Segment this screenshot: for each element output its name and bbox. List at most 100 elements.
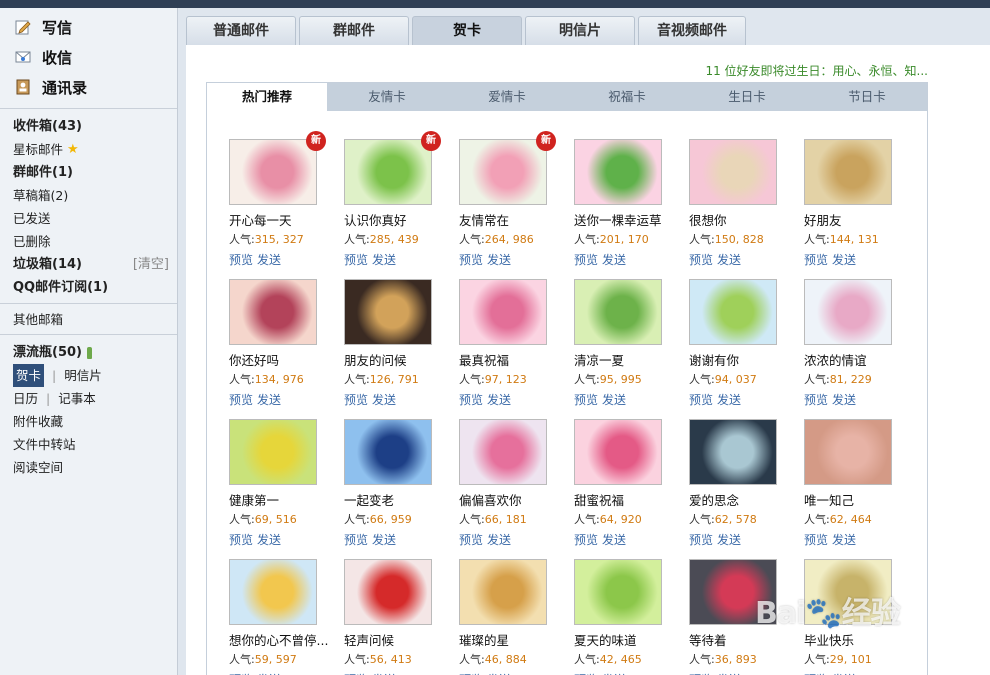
tab-greeting-card[interactable]: 贺卡 [412,16,522,45]
preview-link[interactable]: 预览 [344,533,368,547]
card-thumbnail[interactable] [804,419,892,485]
preview-link[interactable]: 预览 [804,533,828,547]
send-link[interactable]: 发送 [602,253,626,267]
card-thumbnail[interactable] [459,559,547,625]
folder-deleted[interactable]: 已删除 [0,230,177,253]
sub-tab-birthday[interactable]: 生日卡 [687,83,807,111]
tab-normal-mail[interactable]: 普通邮件 [186,16,296,45]
card-thumbnail[interactable] [459,419,547,485]
card-title[interactable]: 偏偏喜欢你 [459,490,569,509]
preview-link[interactable]: 预览 [804,253,828,267]
card-thumbnail[interactable] [229,419,317,485]
folder-drafts[interactable]: 草稿箱(2) [0,184,177,207]
send-link[interactable]: 发送 [487,393,511,407]
card-title[interactable]: 清凉一夏 [574,350,684,369]
send-link[interactable]: 发送 [487,533,511,547]
preview-link[interactable]: 预览 [459,253,483,267]
card-thumbnail[interactable] [574,559,662,625]
card-title[interactable]: 唯一知己 [804,490,914,509]
card-title[interactable]: 朋友的问候 [344,350,454,369]
card-title[interactable]: 认识你真好 [344,210,454,229]
sub-tab-blessing[interactable]: 祝福卡 [567,83,687,111]
card-title[interactable]: 好朋友 [804,210,914,229]
folder-group-mail[interactable]: 群邮件(1) [0,161,177,184]
file-transfer-link[interactable]: 文件中转站 [0,433,177,456]
sub-tab-friendship[interactable]: 友情卡 [327,83,447,111]
card-title[interactable]: 一起变老 [344,490,454,509]
card-title[interactable]: 轻声问候 [344,630,454,649]
inbox-check-button[interactable]: 收信 [0,42,177,72]
birthday-notice[interactable]: 11 位好友即将过生日：用心、永恒、知... [705,62,928,79]
card-thumbnail[interactable] [574,279,662,345]
card-title[interactable]: 甜蜜祝福 [574,490,684,509]
card-thumbnail[interactable] [229,559,317,625]
send-link[interactable]: 发送 [257,533,281,547]
send-link[interactable]: 发送 [717,533,741,547]
sub-tab-holiday[interactable]: 节日卡 [807,83,927,111]
send-link[interactable]: 发送 [372,393,396,407]
other-mailbox-link[interactable]: 其他邮箱 [0,308,177,331]
attachments-link[interactable]: 附件收藏 [0,410,177,433]
card-title[interactable]: 很想你 [689,210,799,229]
send-link[interactable]: 发送 [717,253,741,267]
preview-link[interactable]: 预览 [459,393,483,407]
send-link[interactable]: 发送 [717,393,741,407]
card-title[interactable]: 夏天的味道 [574,630,684,649]
sub-tab-love[interactable]: 爱情卡 [447,83,567,111]
card-thumbnail[interactable] [229,139,317,205]
reading-space-link[interactable]: 阅读空间 [0,456,177,479]
preview-link[interactable]: 预览 [574,253,598,267]
card-title[interactable]: 璀璨的星 [459,630,569,649]
preview-link[interactable]: 预览 [459,533,483,547]
card-thumbnail[interactable] [344,279,432,345]
send-link[interactable]: 发送 [602,393,626,407]
card-title[interactable]: 友情常在 [459,210,569,229]
notebook-link[interactable]: 记事本 [58,387,96,410]
send-link[interactable]: 发送 [372,253,396,267]
card-title[interactable]: 浓浓的情谊 [804,350,914,369]
card-title[interactable]: 谢谢有你 [689,350,799,369]
send-link[interactable]: 发送 [372,533,396,547]
card-thumbnail[interactable] [459,279,547,345]
card-thumbnail[interactable] [459,139,547,205]
card-thumbnail[interactable] [689,279,777,345]
tab-av-mail[interactable]: 音视频邮件 [638,16,746,45]
folder-qq-subscribe[interactable]: QQ邮件订阅(1) [0,276,177,299]
preview-link[interactable]: 预览 [229,253,253,267]
sub-tab-hot[interactable]: 热门推荐 [207,83,327,111]
preview-link[interactable]: 预览 [804,393,828,407]
drift-bottle-link[interactable]: 漂流瓶(50) [0,341,177,364]
send-link[interactable]: 发送 [832,253,856,267]
send-link[interactable]: 发送 [602,533,626,547]
preview-link[interactable]: 预览 [689,533,713,547]
card-thumbnail[interactable] [344,139,432,205]
send-link[interactable]: 发送 [257,253,281,267]
folder-sent[interactable]: 已发送 [0,207,177,230]
preview-link[interactable]: 预览 [229,393,253,407]
card-thumbnail[interactable] [344,559,432,625]
preview-link[interactable]: 预览 [689,253,713,267]
send-link[interactable]: 发送 [832,393,856,407]
card-title[interactable]: 送你一棵幸运草 [574,210,684,229]
card-title[interactable]: 最真祝福 [459,350,569,369]
card-title[interactable]: 开心每一天 [229,210,339,229]
card-thumbnail[interactable] [574,419,662,485]
tab-postcard[interactable]: 明信片 [525,16,635,45]
preview-link[interactable]: 预览 [229,533,253,547]
postcard-link[interactable]: 明信片 [64,364,102,387]
send-link[interactable]: 发送 [487,253,511,267]
preview-link[interactable]: 预览 [689,393,713,407]
send-link[interactable]: 发送 [832,533,856,547]
card-thumbnail[interactable] [689,419,777,485]
card-title[interactable]: 爱的思念 [689,490,799,509]
card-link[interactable]: 贺卡 [13,364,45,387]
send-link[interactable]: 发送 [257,393,281,407]
card-thumbnail[interactable] [804,279,892,345]
preview-link[interactable]: 预览 [344,393,368,407]
card-title[interactable]: 想你的心不曾停... [229,630,339,649]
card-thumbnail[interactable] [229,279,317,345]
card-thumbnail[interactable] [574,139,662,205]
tab-group-mail[interactable]: 群邮件 [299,16,409,45]
card-title[interactable]: 你还好吗 [229,350,339,369]
calendar-link[interactable]: 日历 [13,387,38,410]
